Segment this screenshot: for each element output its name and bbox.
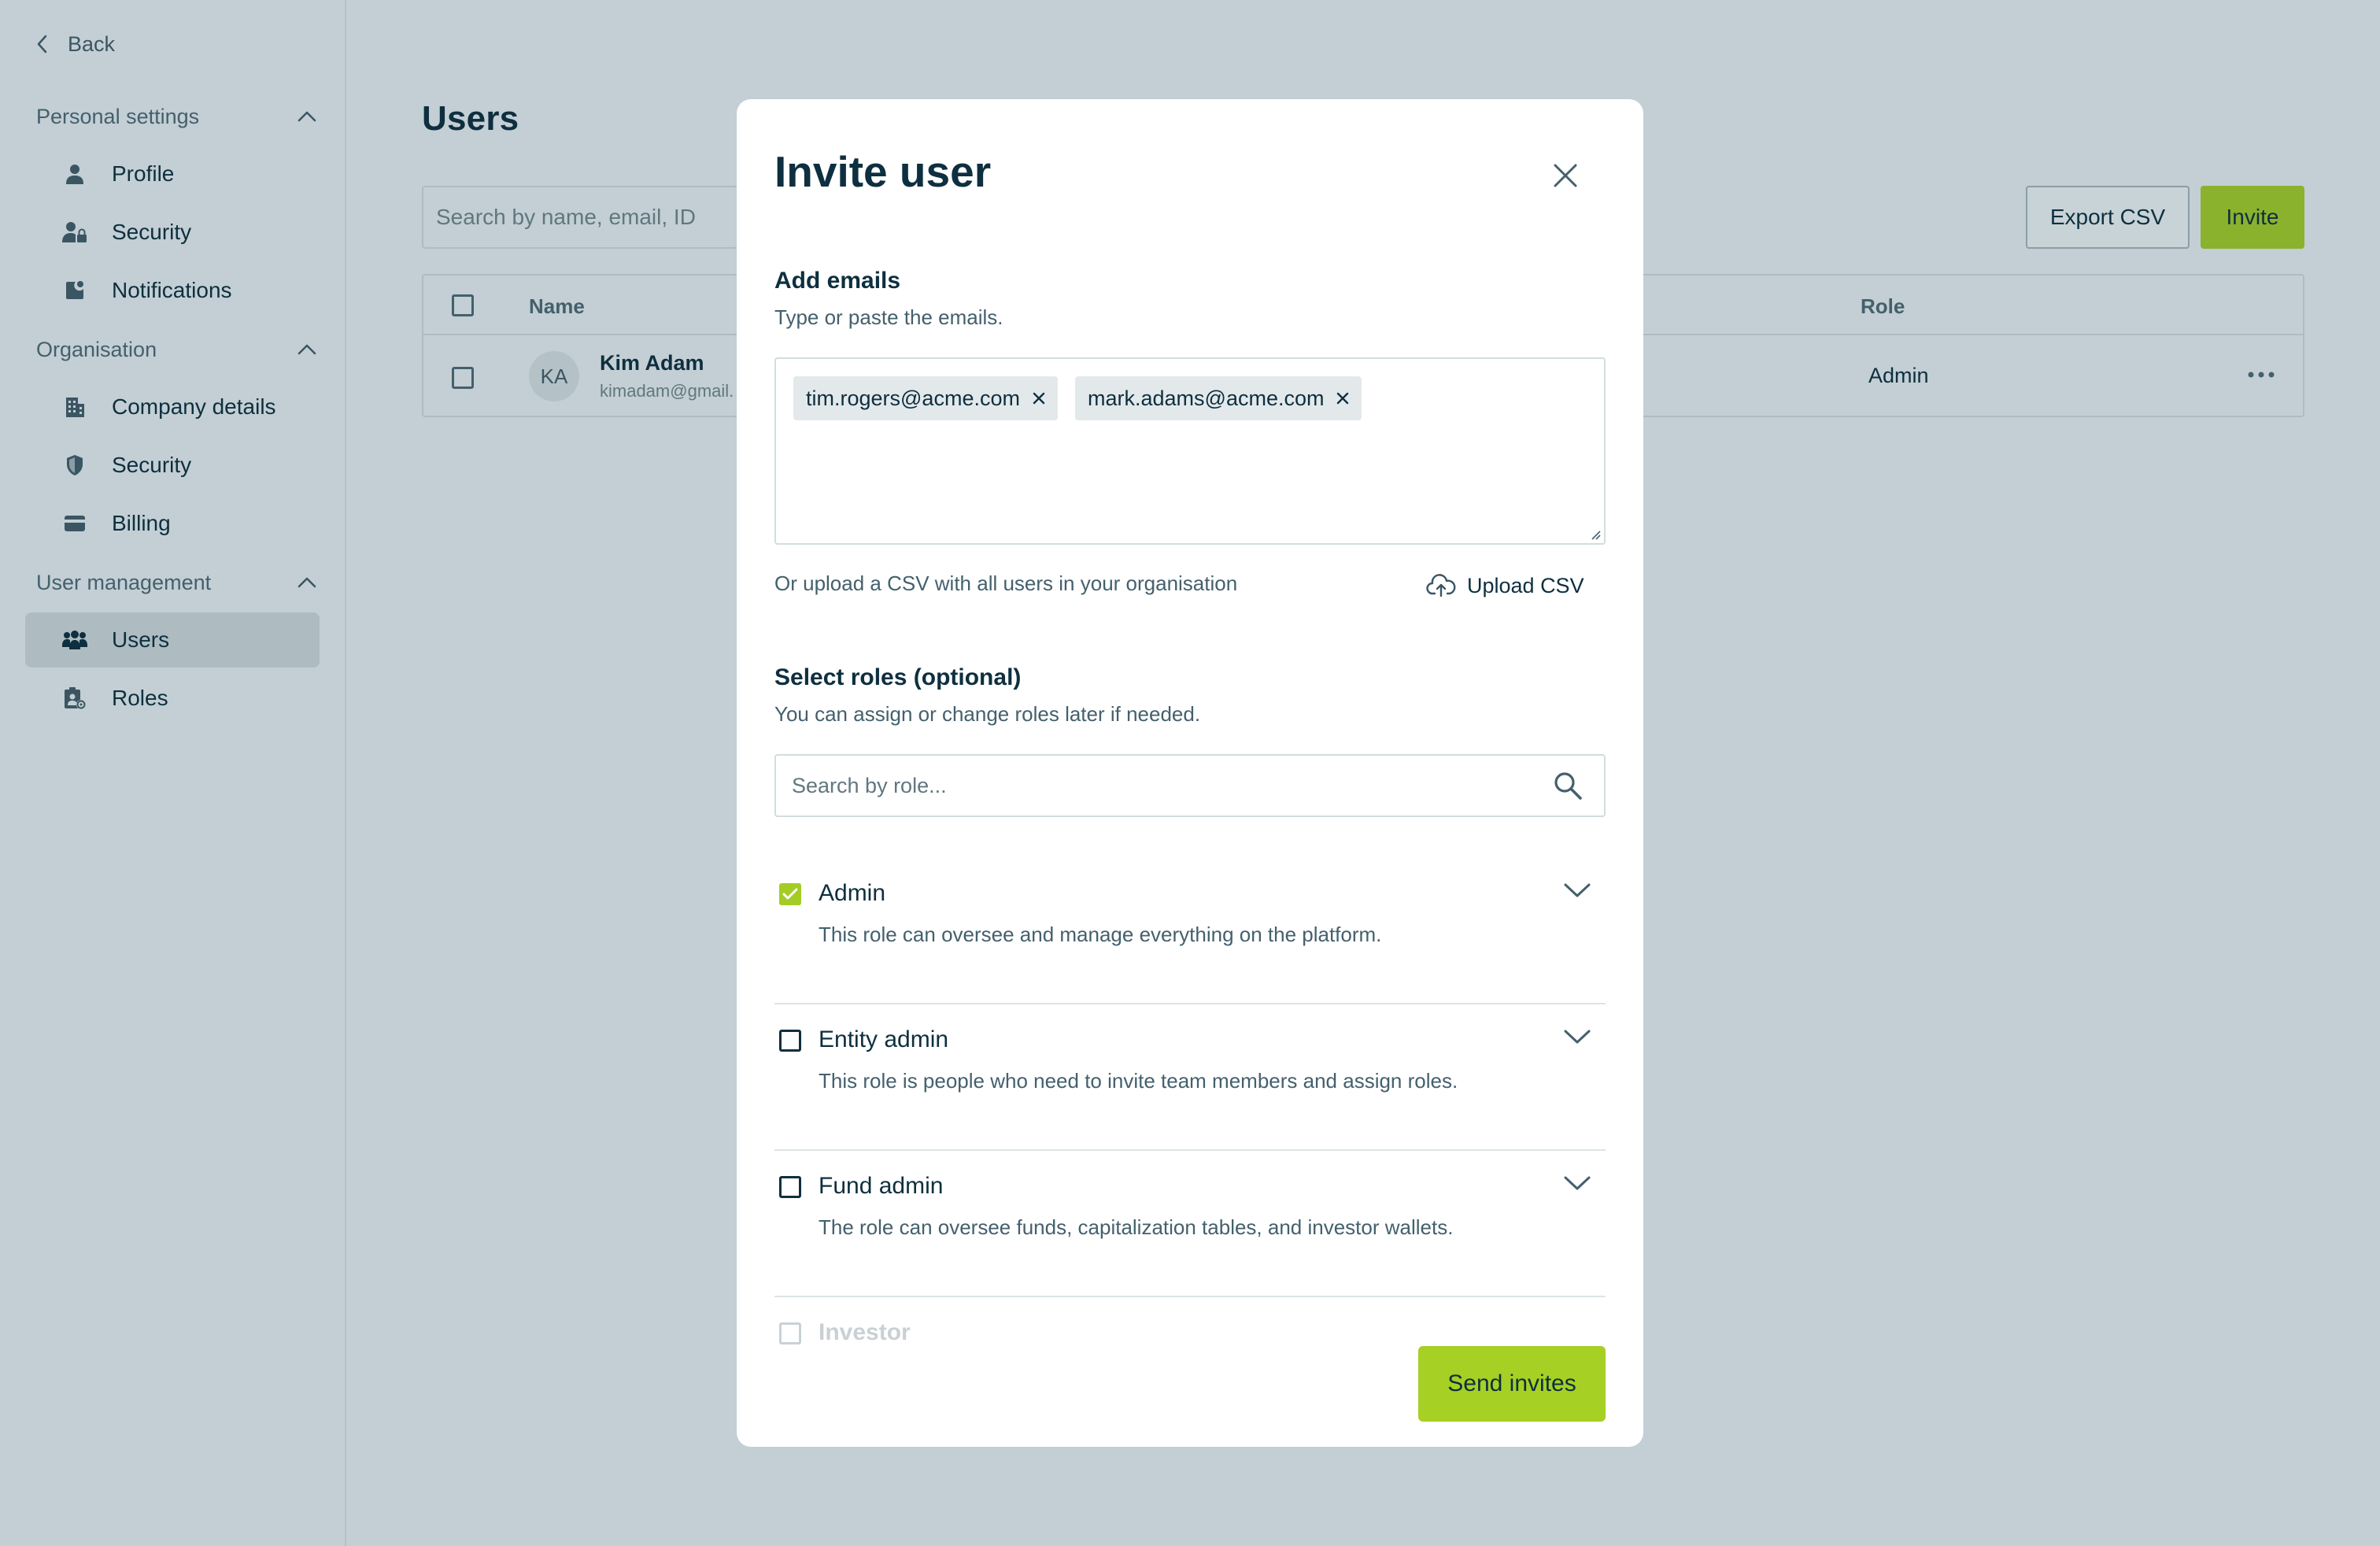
role-description: This role can oversee and manage everyth…	[819, 923, 1382, 946]
building-icon	[61, 396, 88, 418]
role-description: The role can oversee funds, capitalizati…	[819, 1215, 1454, 1239]
section-user-management[interactable]: User management	[36, 564, 320, 601]
section-personal-settings[interactable]: Personal settings	[36, 98, 320, 135]
role-name: Fund admin	[819, 1173, 944, 1199]
chevron-up-icon	[298, 344, 320, 355]
sidebar-item-org-security[interactable]: Security	[25, 438, 320, 493]
role-checkbox[interactable]	[779, 883, 801, 905]
role-item-admin[interactable]: Admin This role can oversee and manage e…	[774, 858, 1606, 1004]
chevron-up-icon	[298, 577, 320, 588]
role-search-input[interactable]	[792, 756, 1532, 816]
sidebar-item-personal-security[interactable]: Security	[25, 205, 320, 260]
user-lock-icon	[61, 221, 88, 243]
sidebar-item-notifications[interactable]: Notifications	[25, 263, 320, 318]
sidebar-item-users[interactable]: Users	[25, 612, 320, 668]
sidebar-item-label: Company details	[112, 394, 276, 419]
notification-icon	[61, 280, 88, 301]
sidebar-item-company-details[interactable]: Company details	[25, 379, 320, 435]
email-chip: tim.rogers@acme.com	[793, 376, 1058, 420]
column-role: Role	[1861, 294, 1905, 318]
role-checkbox[interactable]	[779, 1322, 801, 1344]
section-organisation[interactable]: Organisation	[36, 331, 320, 368]
send-invites-button[interactable]: Send invites	[1418, 1346, 1606, 1422]
export-csv-button[interactable]: Export CSV	[2026, 186, 2190, 249]
user-email: kimadam@gmail.	[600, 381, 734, 401]
modal-title: Invite user	[774, 147, 992, 196]
role-checkbox[interactable]	[779, 1176, 801, 1198]
person-icon	[61, 163, 88, 185]
role-name: Admin	[819, 880, 886, 906]
section-title: Organisation	[36, 337, 157, 361]
cloud-upload-icon	[1426, 574, 1456, 597]
row-checkbox[interactable]	[452, 367, 474, 389]
back-button[interactable]: Back	[36, 28, 115, 60]
resize-handle-icon[interactable]	[1590, 529, 1601, 540]
more-options-icon[interactable]	[2241, 359, 2281, 390]
emails-input[interactable]: tim.rogers@acme.com mark.adams@acme.com	[774, 357, 1606, 545]
search-icon[interactable]	[1552, 770, 1584, 801]
select-all-checkbox[interactable]	[452, 294, 474, 316]
select-roles-label: Select roles (optional)	[774, 664, 1022, 690]
sidebar-item-label: Notifications	[112, 278, 232, 302]
back-label: Back	[68, 31, 116, 56]
role-name: Entity admin	[819, 1026, 949, 1052]
chevron-left-icon	[36, 35, 47, 54]
invite-user-modal: Invite user Add emails Type or paste the…	[737, 99, 1643, 1447]
upload-csv-label: Upload CSV	[1467, 573, 1584, 597]
add-emails-help: Type or paste the emails.	[774, 305, 1003, 329]
invite-button[interactable]: Invite	[2201, 186, 2304, 249]
upload-csv-help: Or upload a CSV with all users in your o…	[774, 571, 1238, 595]
avatar: KA	[529, 351, 579, 401]
close-icon[interactable]	[1547, 157, 1584, 194]
add-emails-label: Add emails	[774, 268, 901, 294]
role-item-fund-admin[interactable]: Fund admin The role can oversee funds, c…	[774, 1151, 1606, 1297]
user-name: Kim Adam	[600, 351, 704, 375]
email-chip: mark.adams@acme.com	[1075, 376, 1362, 420]
role-search-field	[774, 754, 1606, 817]
remove-chip-icon[interactable]	[1033, 392, 1045, 405]
chevron-up-icon	[298, 111, 320, 122]
role-name: Investor	[819, 1319, 911, 1345]
user-role: Admin	[1868, 364, 1929, 387]
sidebar-item-billing[interactable]: Billing	[25, 496, 320, 551]
sidebar-item-label: Security	[112, 220, 192, 244]
upload-csv-button[interactable]: Upload CSV	[1426, 567, 1584, 605]
search-input[interactable]: Search by name, email, ID	[422, 186, 784, 249]
chevron-down-icon[interactable]	[1563, 1028, 1591, 1045]
sidebar-item-label: Roles	[112, 686, 168, 710]
sidebar-item-label: Billing	[112, 511, 171, 535]
sidebar: Back Personal settings Profile Security …	[0, 0, 346, 1546]
chevron-down-icon[interactable]	[1563, 882, 1591, 899]
sidebar-item-profile[interactable]: Profile	[25, 146, 320, 202]
users-icon	[61, 630, 88, 650]
card-icon	[61, 515, 88, 532]
shield-icon	[61, 454, 88, 476]
section-title: Personal settings	[36, 104, 200, 128]
email-chip-label: mark.adams@acme.com	[1088, 386, 1325, 410]
remove-chip-icon[interactable]	[1336, 392, 1349, 405]
sidebar-item-roles[interactable]: Roles	[25, 671, 320, 726]
sidebar-item-label: Users	[112, 627, 170, 652]
select-roles-help: You can assign or change roles later if …	[774, 702, 1201, 726]
section-title: User management	[36, 570, 212, 594]
role-checkbox[interactable]	[779, 1030, 801, 1052]
sidebar-item-label: Security	[112, 453, 192, 477]
roles-icon	[61, 686, 88, 710]
role-description: This role is people who need to invite t…	[819, 1069, 1458, 1093]
email-chip-label: tim.rogers@acme.com	[806, 386, 1020, 410]
sidebar-item-label: Profile	[112, 161, 175, 186]
chevron-down-icon[interactable]	[1563, 1174, 1591, 1192]
role-item-entity-admin[interactable]: Entity admin This role is people who nee…	[774, 1004, 1606, 1151]
column-name: Name	[529, 294, 585, 318]
page-title: Users	[422, 99, 519, 138]
